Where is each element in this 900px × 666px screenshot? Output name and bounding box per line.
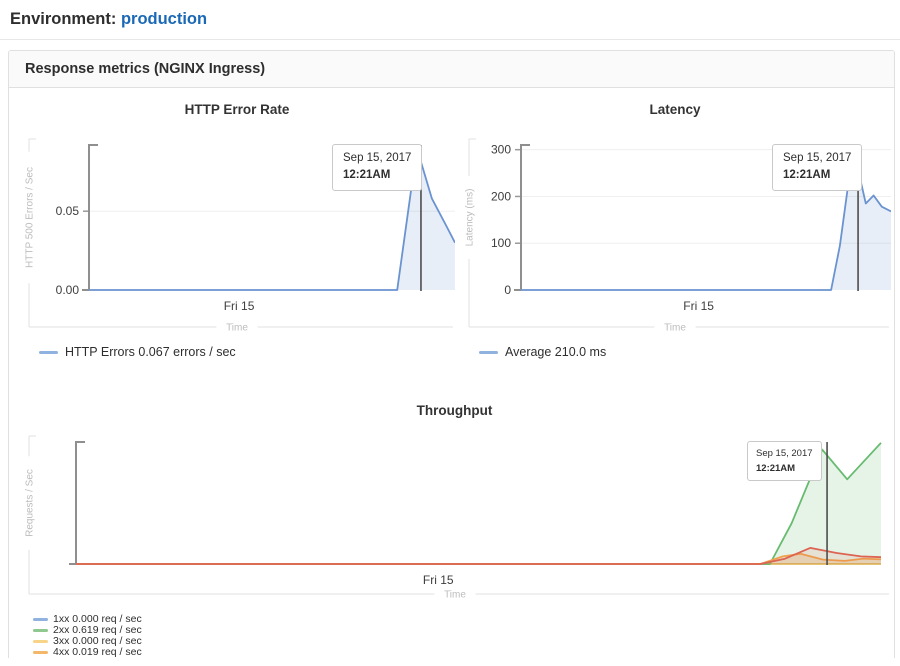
legend-item: 1xx 0.000 req / sec bbox=[33, 614, 890, 625]
svg-text:Time: Time bbox=[444, 590, 466, 601]
svg-text:Latency (ms): Latency (ms) bbox=[465, 189, 476, 247]
environment-label: Environment: bbox=[10, 10, 116, 28]
legend-item: 4xx 0.019 req / sec bbox=[33, 647, 890, 658]
page-title: Environment: production bbox=[10, 10, 890, 29]
svg-text:300: 300 bbox=[491, 143, 511, 157]
svg-text:0.05: 0.05 bbox=[56, 204, 80, 218]
legend-item: 2xx 0.619 req / sec bbox=[33, 625, 890, 636]
chart-tooltip: Sep 15, 2017 12:21AM bbox=[747, 441, 822, 481]
legend-color-dash-icon bbox=[39, 351, 58, 354]
charts-row: HTTP Error Rate HTTP 500 Errors / Sec Tim… bbox=[19, 102, 890, 361]
panel-body: HTTP Error Rate HTTP 500 Errors / Sec Tim… bbox=[9, 88, 894, 658]
panel-header: Response metrics (NGINX Ingress) bbox=[9, 51, 894, 88]
legend-label: Average 210.0 ms bbox=[505, 345, 606, 359]
environment-link[interactable]: production bbox=[121, 10, 207, 28]
svg-text:Requests / Sec: Requests / Sec bbox=[25, 469, 36, 537]
tooltip-time: 12:21AM bbox=[756, 461, 813, 476]
error-rate-plot-area: HTTP 500 Errors / SecTime0.000.05Fri 15 … bbox=[19, 127, 455, 332]
tooltip-time: 12:21AM bbox=[343, 167, 411, 184]
header-divider bbox=[0, 39, 900, 40]
throughput-chart: Throughput Requests / Sec Time Fri 15 Sep … bbox=[19, 403, 890, 658]
svg-text:Time: Time bbox=[226, 323, 248, 333]
svg-text:Fri 15: Fri 15 bbox=[423, 573, 454, 587]
legend-item: 3xx 0.000 req / sec bbox=[33, 636, 890, 647]
legend-color-dash-icon bbox=[33, 640, 48, 643]
tooltip-date: Sep 15, 2017 bbox=[756, 446, 813, 461]
tooltip-time: 12:21AM bbox=[783, 167, 851, 184]
svg-text:100: 100 bbox=[491, 236, 511, 250]
throughput-plot-area: Requests / Sec Time Fri 15 Sep 15, 2017 12… bbox=[19, 428, 890, 608]
legend-color-dash-icon bbox=[33, 629, 48, 632]
latency-title: Latency bbox=[459, 102, 891, 117]
error-rate-legend: HTTP Errors 0.067 errors / sec bbox=[39, 345, 455, 359]
error-rate-chart: HTTP Error Rate HTTP 500 Errors / Sec Tim… bbox=[19, 102, 455, 361]
svg-text:Fri 15: Fri 15 bbox=[224, 299, 255, 313]
svg-text:Fri 15: Fri 15 bbox=[683, 299, 714, 313]
latency-chart: Latency Latency (ms) Time 0 100 200 300 Fri 15… bbox=[459, 102, 891, 361]
legend-item: HTTP Errors 0.067 errors / sec bbox=[39, 345, 455, 359]
chart-tooltip: Sep 15, 2017 12:21AM bbox=[772, 144, 862, 191]
error-rate-title: HTTP Error Rate bbox=[19, 102, 455, 117]
legend-label: HTTP Errors 0.067 errors / sec bbox=[65, 345, 236, 359]
svg-text:0.00: 0.00 bbox=[56, 283, 80, 297]
throughput-legend: 1xx 0.000 req / sec2xx 0.619 req / sec3x… bbox=[33, 614, 890, 658]
legend-color-dash-icon bbox=[479, 351, 498, 354]
svg-text:200: 200 bbox=[491, 189, 511, 203]
page-header: Environment: production bbox=[0, 0, 900, 29]
latency-plot-area: Latency (ms) Time 0 100 200 300 Fri 15 Sep 15,… bbox=[459, 127, 891, 332]
panel-title: Response metrics (NGINX Ingress) bbox=[25, 61, 265, 77]
metrics-panel: Response metrics (NGINX Ingress) HTTP Er… bbox=[8, 50, 895, 658]
throughput-title: Throughput bbox=[19, 403, 890, 418]
legend-color-dash-icon bbox=[33, 618, 48, 621]
chart-tooltip: Sep 15, 2017 12:21AM bbox=[332, 144, 422, 191]
legend-item: Average 210.0 ms bbox=[479, 345, 891, 359]
tooltip-date: Sep 15, 2017 bbox=[783, 150, 851, 167]
legend-color-dash-icon bbox=[33, 651, 48, 654]
tooltip-date: Sep 15, 2017 bbox=[343, 150, 411, 167]
latency-legend: Average 210.0 ms bbox=[479, 345, 891, 359]
svg-text:0: 0 bbox=[504, 283, 511, 297]
svg-text:HTTP 500 Errors / Sec: HTTP 500 Errors / Sec bbox=[25, 167, 36, 268]
svg-text:Time: Time bbox=[664, 323, 686, 333]
